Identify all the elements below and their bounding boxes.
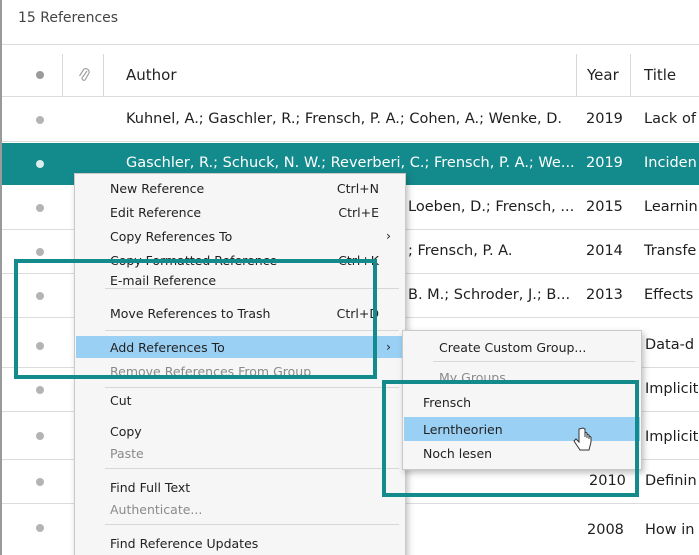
title-column-header[interactable]: Title (644, 66, 676, 84)
menu-item-paste: Paste (110, 446, 144, 461)
title-cell: How in (645, 522, 695, 538)
table-row[interactable]: Kuhnel, A.; Gaschler, R.; Frensch, P. A.… (2, 99, 699, 141)
author-cell: ; Frensch, P. A. (408, 243, 513, 259)
column-divider[interactable] (576, 54, 577, 96)
read-status-icon (36, 116, 44, 124)
year-cell: 2019 (586, 155, 623, 171)
author-cell: B. M.; Schroder, J.; B... (408, 287, 571, 303)
column-divider[interactable] (630, 54, 631, 96)
attachment-column-icon[interactable] (78, 66, 90, 84)
author-cell: Kuhnel, A.; Gaschler, R.; Frensch, P. A.… (126, 111, 563, 127)
annotation-highlight-box (382, 380, 639, 497)
read-status-icon (36, 432, 44, 440)
year-cell: 2015 (586, 199, 623, 215)
read-status-icon (36, 160, 44, 168)
title-cell: Transfe (644, 243, 697, 259)
author-column-header[interactable]: Author (126, 66, 177, 84)
year-cell: 2008 (587, 522, 624, 538)
year-cell: 2013 (586, 287, 623, 303)
menu-item-copy-references-to[interactable]: Copy References To › (75, 225, 405, 247)
read-status-icon (36, 204, 44, 212)
menu-item-find-reference-updates[interactable]: Find Reference Updates (75, 532, 405, 554)
menu-item-find-full-text[interactable]: Find Full Text (75, 476, 405, 498)
author-cell: Gaschler, R.; Schuck, N. W.; Reverberi, … (126, 155, 575, 171)
title-cell: Implicit (645, 429, 699, 445)
title-cell: Implicit (645, 381, 699, 397)
title-cell: Inciden (644, 155, 697, 171)
read-status-icon (36, 386, 44, 394)
references-pane: 15 References Author Year Title Kuhnel, … (0, 0, 699, 555)
menu-item-authenticate: Authenticate... (110, 502, 203, 517)
year-column-header[interactable]: Year (587, 66, 619, 84)
column-divider[interactable] (62, 54, 63, 96)
title-cell: Definin (645, 473, 697, 489)
year-cell: 2019 (586, 111, 623, 127)
divider (2, 96, 699, 97)
menu-item-copy[interactable]: Copy (75, 420, 405, 442)
title-cell: Lack of (644, 111, 696, 127)
column-header: Author Year Title (2, 54, 699, 96)
annotation-highlight-box (14, 259, 377, 379)
menu-item-cut[interactable]: Cut (75, 393, 405, 405)
author-cell: Loeben, D.; Frensch, ... (408, 199, 575, 215)
mouse-pointer-icon (573, 427, 592, 451)
title-cell: Effects (644, 287, 694, 303)
divider (2, 44, 699, 45)
title-cell: Learnin (644, 199, 698, 215)
submenu-arrow-icon: › (386, 228, 391, 243)
year-cell: 2014 (586, 243, 623, 259)
menu-item-edit-reference[interactable]: Edit Reference Ctrl+E (75, 201, 405, 223)
submenu-arrow-icon: › (386, 339, 391, 354)
read-status-column-icon[interactable] (36, 71, 44, 79)
menu-item-create-custom-group[interactable]: Create Custom Group... (403, 336, 641, 358)
column-divider[interactable] (103, 54, 104, 96)
my-groups-header: My Groups (439, 370, 506, 381)
read-status-icon (36, 524, 44, 532)
read-status-icon (36, 248, 44, 256)
read-status-icon (36, 478, 44, 486)
title-cell: Data-d (645, 337, 695, 353)
reference-count: 15 References (18, 10, 119, 26)
menu-item-new-reference[interactable]: New Reference Ctrl+N (75, 177, 405, 199)
